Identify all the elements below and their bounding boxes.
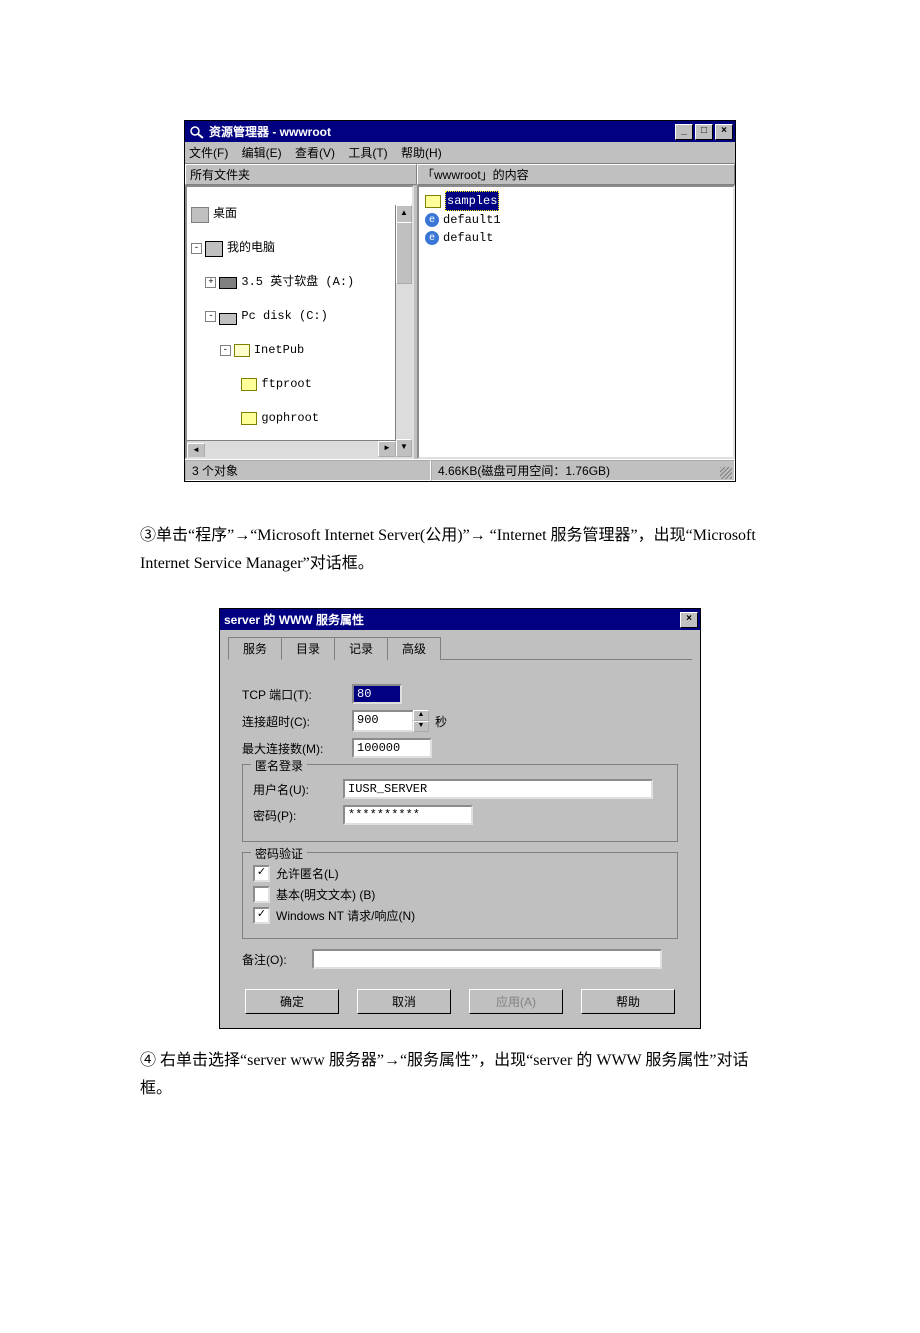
status-right: 4.66KB(磁盘可用空间：1.76GB) xyxy=(431,460,735,481)
maxconn-input[interactable]: 100000 xyxy=(352,738,432,758)
ie-icon: e xyxy=(425,231,439,245)
dialog-titlebar[interactable]: server 的 WWW 服务属性 × xyxy=(220,609,700,630)
tcp-port-label: TCP 端口(T): xyxy=(242,686,352,703)
password-input[interactable]: ********** xyxy=(343,805,473,825)
tree-ftproot[interactable]: ftproot xyxy=(191,376,410,393)
tree-inetpub[interactable]: -InetPub xyxy=(191,342,410,359)
checkbox-checked-icon: ✓ xyxy=(253,907,270,924)
tree-scrollbar[interactable]: ▲ ▼ xyxy=(395,205,412,457)
file-samples[interactable]: samples xyxy=(425,191,727,211)
menu-edit[interactable]: 编辑(E) xyxy=(242,146,282,160)
status-left: 3 个对象 xyxy=(185,460,431,481)
anonymous-group: 用户名(U): IUSR_SERVER 密码(P): ********** xyxy=(242,764,678,842)
explorer-icon xyxy=(189,125,205,139)
spin-down-icon[interactable]: ▼ xyxy=(413,721,429,732)
maximize-button[interactable]: □ xyxy=(695,124,713,140)
menu-view[interactable]: 查看(V) xyxy=(295,146,335,160)
allow-anon-checkbox[interactable]: ✓允许匿名(L) xyxy=(253,865,667,882)
cancel-button[interactable]: 取消 xyxy=(357,989,451,1014)
dialog-title: server 的 WWW 服务属性 xyxy=(224,611,364,628)
ie-icon: e xyxy=(425,213,439,227)
explorer-window: 资源管理器 - wwwroot _ □ × 文件(F) 编辑(E) 查看(V) … xyxy=(184,120,736,482)
folder-icon xyxy=(241,412,257,425)
explorer-titlebar[interactable]: 资源管理器 - wwwroot _ □ × xyxy=(185,121,735,142)
close-button[interactable]: × xyxy=(715,124,733,140)
desktop-icon xyxy=(191,207,209,223)
password-label: 密码(P): xyxy=(253,807,343,824)
checkbox-icon xyxy=(253,886,270,903)
folder-icon xyxy=(241,378,257,391)
tab-advanced[interactable]: 高级 xyxy=(387,637,441,660)
username-input[interactable]: IUSR_SERVER xyxy=(343,779,653,799)
ntlm-checkbox[interactable]: ✓Windows NT 请求/响应(N) xyxy=(253,907,667,924)
dialog-close-button[interactable]: × xyxy=(680,612,698,628)
scroll-up-button[interactable]: ▲ xyxy=(396,205,412,223)
ok-button[interactable]: 确定 xyxy=(245,989,339,1014)
statusbar: 3 个对象 4.66KB(磁盘可用空间：1.76GB) xyxy=(185,459,735,481)
dialog-button-row: 确定 取消 应用(A) 帮助 xyxy=(228,979,692,1018)
menu-help[interactable]: 帮助(H) xyxy=(401,146,442,160)
timeout-input[interactable]: 900 xyxy=(352,710,414,732)
www-properties-dialog: server 的 WWW 服务属性 × 服务 目录 记录 高级 TCP 端口(T… xyxy=(219,608,701,1029)
comment-label: 备注(O): xyxy=(242,951,312,968)
resize-grip-icon[interactable] xyxy=(720,467,732,479)
instruction-para-1: ③单击“程序”→“Microsoft Internet Server(公用)”→… xyxy=(140,522,780,578)
left-pane-header: 所有文件夹 xyxy=(185,164,417,185)
file-list-pane: samples edefault1 edefault xyxy=(417,185,735,459)
checkbox-checked-icon: ✓ xyxy=(253,865,270,882)
tab-log[interactable]: 记录 xyxy=(334,637,388,660)
file-default1[interactable]: edefault1 xyxy=(425,211,727,229)
scroll-thumb[interactable] xyxy=(396,222,412,284)
floppy-icon xyxy=(219,277,237,289)
minimize-button[interactable]: _ xyxy=(675,124,693,140)
computer-icon xyxy=(205,241,223,257)
instruction-para-2: ④ 右单击选择“server www 服务器”→“服务属性”，出现“server… xyxy=(140,1047,780,1103)
username-label: 用户名(U): xyxy=(253,781,343,798)
scroll-right-button[interactable]: ► xyxy=(378,441,396,457)
basic-auth-checkbox[interactable]: 基本(明文文本) (B) xyxy=(253,886,667,903)
folder-tree-pane: 桌面 -我的电脑 +3.5 英寸软盘 (A:) -Pc disk (C:) -I… xyxy=(185,185,414,459)
tab-service[interactable]: 服务 xyxy=(228,637,282,660)
apply-button[interactable]: 应用(A) xyxy=(469,989,563,1014)
explorer-title: 资源管理器 - wwwroot xyxy=(209,123,331,140)
tree-floppy[interactable]: +3.5 英寸软盘 (A:) xyxy=(191,274,410,291)
timeout-spinner[interactable]: ▲▼ xyxy=(413,710,429,732)
file-default[interactable]: edefault xyxy=(425,229,727,247)
disk-icon xyxy=(219,313,237,325)
tree-desktop[interactable]: 桌面 xyxy=(191,206,410,223)
tab-directory[interactable]: 目录 xyxy=(281,637,335,660)
timeout-label: 连接超时(C): xyxy=(242,713,352,730)
menu-file[interactable]: 文件(F) xyxy=(189,146,228,160)
tree-gophroot[interactable]: gophroot xyxy=(191,410,410,427)
scroll-down-button[interactable]: ▼ xyxy=(396,439,412,457)
menubar: 文件(F) 编辑(E) 查看(V) 工具(T) 帮助(H) xyxy=(185,142,735,163)
help-button[interactable]: 帮助 xyxy=(581,989,675,1014)
timeout-unit: 秒 xyxy=(435,713,447,730)
tree-mycomputer[interactable]: -我的电脑 xyxy=(191,240,410,257)
tcp-port-input[interactable]: 80 xyxy=(352,684,402,704)
maxconn-label: 最大连接数(M): xyxy=(242,740,352,757)
folder-icon xyxy=(425,195,441,208)
dialog-tabs: 服务 目录 记录 高级 xyxy=(228,636,692,660)
comment-input[interactable] xyxy=(312,949,662,969)
right-pane-header: 「wwwroot」的内容 xyxy=(417,164,735,185)
auth-group: ✓允许匿名(L) 基本(明文文本) (B) ✓Windows NT 请求/响应(… xyxy=(242,852,678,939)
scroll-left-button[interactable]: ◄ xyxy=(187,443,205,459)
tree-hscrollbar[interactable]: ◄ ► xyxy=(187,440,396,457)
spin-up-icon[interactable]: ▲ xyxy=(413,710,429,721)
menu-tools[interactable]: 工具(T) xyxy=(348,146,387,160)
folder-icon xyxy=(234,344,250,357)
tree-cdrive[interactable]: -Pc disk (C:) xyxy=(191,308,410,325)
